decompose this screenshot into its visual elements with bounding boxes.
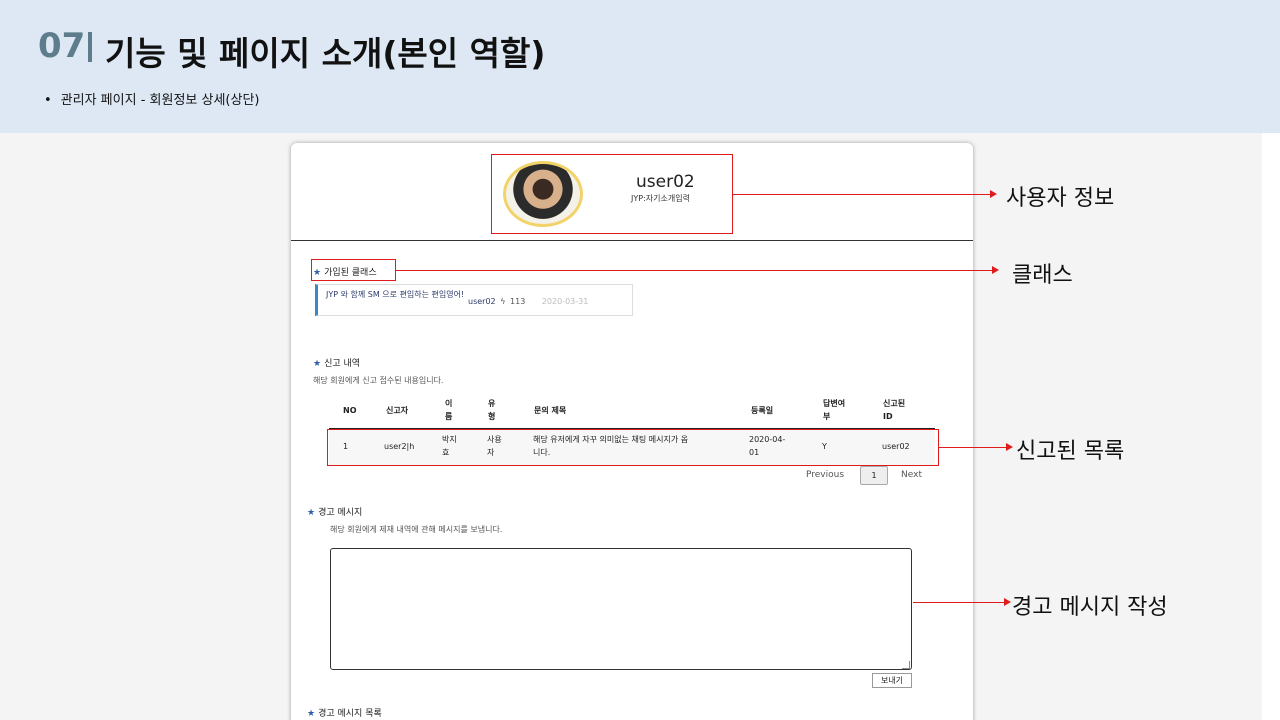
bolt-icon: ϟ [500, 297, 506, 306]
title-separator [88, 32, 92, 62]
star-icon: ★ [307, 709, 316, 719]
arrow-head-icon [1006, 443, 1013, 451]
col-header-reported-line1: 신고된 [883, 399, 906, 408]
callout-user-info: 사용자 정보 [1006, 186, 1115, 211]
pager-next[interactable]: Next [901, 470, 922, 480]
slide-title: 기능 및 페이지 소개(본인 역할) [105, 34, 546, 73]
arrow-head-icon [990, 190, 997, 198]
arrow-user-info [733, 194, 991, 195]
col-header-reported-line2: ID [883, 412, 893, 421]
send-button[interactable]: 보내기 [872, 673, 912, 688]
col-header-type-line1: 유 [488, 399, 496, 408]
pager-page-1[interactable]: 1 [860, 466, 888, 485]
arrow-head-icon [992, 266, 999, 274]
class-card-date: 2020-03-31 [541, 297, 589, 306]
resize-grip-icon[interactable] [902, 661, 910, 669]
arrow-reported [939, 447, 1007, 448]
star-icon: ★ [313, 359, 322, 369]
report-title: 신고 내역 [324, 359, 361, 369]
slide-subtitle: • 관리자 페이지 - 회원정보 상세(상단) [44, 89, 259, 108]
callout-warning-compose: 경고 메시지 작성 [1012, 595, 1168, 620]
arrow-head-icon [1004, 598, 1011, 606]
warning-description: 해당 회원에게 제재 내역에 관해 메시지를 보냅니다. [330, 525, 503, 534]
callout-reported-list: 신고된 목록 [1016, 439, 1125, 464]
col-header-reported-id: 신고된 ID [883, 397, 905, 423]
highlight-user-info [491, 154, 733, 234]
subtitle-text: 관리자 페이지 - 회원정보 상세(상단) [60, 93, 260, 108]
class-card-user: user02 [468, 297, 496, 306]
col-header-type: 유 형 [488, 397, 495, 423]
col-header-no: NO [343, 406, 357, 415]
warning-message-textarea[interactable] [330, 548, 912, 670]
report-heading: ★ 신고 내역 [313, 356, 360, 369]
col-header-answered-line2: 부 [823, 412, 831, 421]
warning-list-heading: ★ 경고 메시지 목록 [307, 706, 382, 719]
warning-list-title: 경고 메시지 목록 [318, 709, 382, 719]
col-header-type-line2: 형 [488, 412, 496, 421]
warning-title: 경고 메시지 [318, 508, 363, 518]
class-card-title: JYP 와 함께 SM 으로 편입하는 편입영어! [326, 290, 465, 299]
bullet-icon: • [44, 93, 52, 108]
class-card-count: 113 [510, 297, 526, 306]
slide-number: 07 [38, 26, 86, 66]
profile-divider [291, 240, 973, 241]
slide-header: 07 기능 및 페이지 소개(본인 역할) • 관리자 페이지 - 회원정보 상세… [0, 0, 1280, 133]
col-header-date: 등록일 [751, 406, 774, 415]
class-card-meta: user02 ϟ 113 2020-03-31 [468, 297, 588, 306]
warning-heading: ★ 경고 메시지 [307, 505, 362, 518]
arrow-class [396, 270, 993, 271]
pager-previous[interactable]: Previous [806, 470, 844, 480]
col-header-name: 이 름 [445, 397, 452, 423]
report-description: 해당 회원에게 신고 접수된 내용입니다. [313, 376, 444, 385]
col-header-name-line2: 름 [445, 412, 453, 421]
star-icon: ★ [307, 508, 316, 518]
arrow-warning [913, 602, 1005, 603]
col-header-reporter: 신고자 [386, 406, 409, 415]
col-header-answered-line1: 답변여 [823, 399, 846, 408]
col-header-answered: 답변여 부 [823, 397, 845, 423]
class-card[interactable]: JYP 와 함께 SM 으로 편입하는 편입영어! user02 ϟ 113 2… [315, 284, 633, 316]
highlight-reported-row [327, 429, 939, 466]
highlight-class [311, 259, 396, 281]
col-header-title: 문의 제목 [534, 406, 567, 415]
right-strip [1262, 133, 1280, 720]
callout-class: 클래스 [1012, 263, 1073, 288]
col-header-name-line1: 이 [445, 399, 453, 408]
